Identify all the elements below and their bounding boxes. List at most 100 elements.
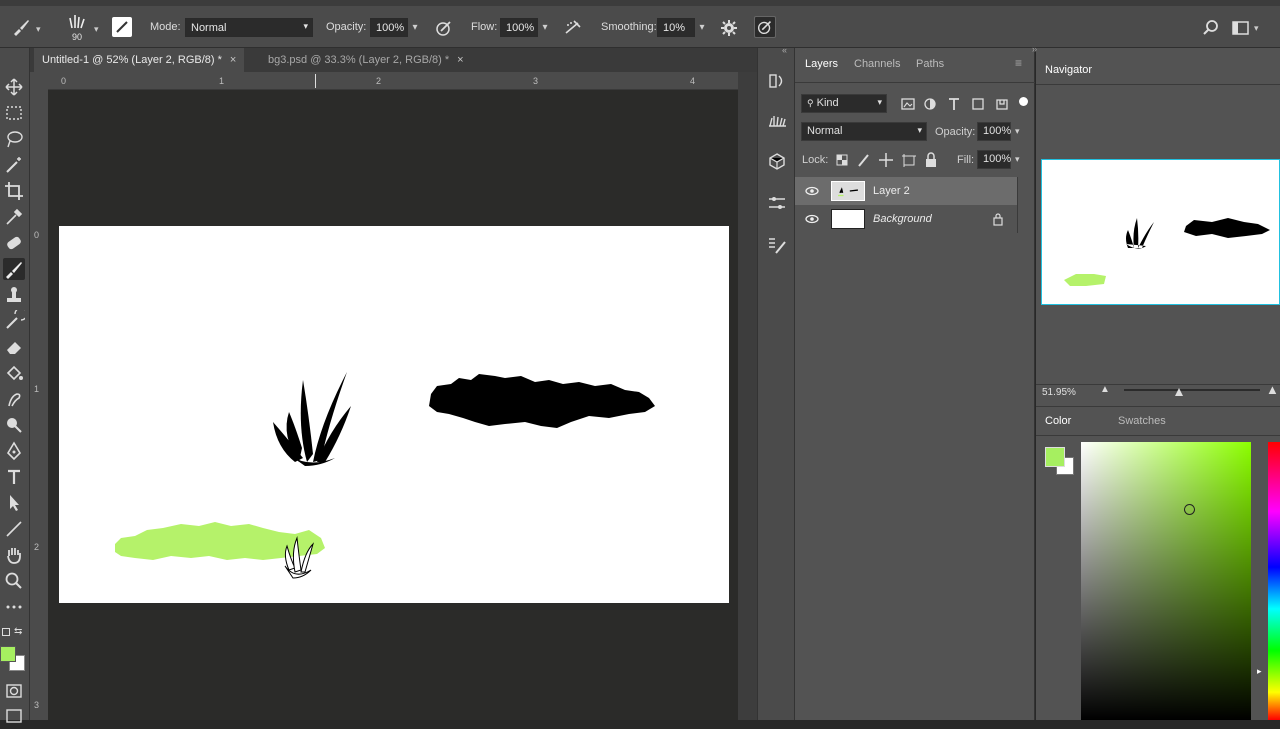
zoom-out-icon[interactable]: ▲ bbox=[1100, 384, 1110, 395]
layer-fill-field[interactable]: 100% bbox=[977, 150, 1011, 169]
hue-slider[interactable] bbox=[1268, 442, 1280, 720]
crop-tool-icon[interactable] bbox=[3, 180, 25, 202]
panel-menu-icon[interactable]: ≡ bbox=[1015, 56, 1022, 70]
zoom-slider-track[interactable] bbox=[1124, 389, 1260, 391]
filter-toggle[interactable] bbox=[1019, 97, 1028, 106]
filter-smart-object-icon[interactable] bbox=[991, 93, 1013, 115]
eraser-tool-icon[interactable] bbox=[3, 336, 25, 358]
brush-picker-chevron-icon[interactable]: ▾ bbox=[94, 24, 99, 35]
search-icon[interactable] bbox=[1200, 17, 1222, 39]
lock-image-icon[interactable] bbox=[853, 149, 875, 171]
document-canvas[interactable] bbox=[59, 226, 729, 603]
smoothing-dropdown-icon[interactable]: ▾ bbox=[695, 18, 709, 37]
brush-settings-panel-icon[interactable] bbox=[766, 234, 788, 256]
color-picker-handle[interactable] bbox=[1184, 504, 1195, 515]
brush-tool-preset-icon[interactable] bbox=[10, 16, 32, 38]
eye-icon[interactable] bbox=[801, 208, 823, 230]
close-icon[interactable]: × bbox=[230, 54, 236, 66]
foreground-color-chip[interactable] bbox=[1045, 447, 1065, 467]
tab-navigator[interactable]: Navigator bbox=[1036, 58, 1106, 84]
filter-adjustment-icon[interactable] bbox=[919, 93, 941, 115]
more-tools-icon[interactable] bbox=[3, 596, 25, 618]
eyedropper-tool-icon[interactable] bbox=[3, 206, 25, 228]
lock-all-icon[interactable] bbox=[920, 149, 942, 171]
pen-tool-icon[interactable] bbox=[3, 440, 25, 462]
tab-bg3[interactable]: bg3.psd @ 33.3% (Layer 2, RGB/8) * × bbox=[260, 48, 472, 72]
filter-type-icon[interactable] bbox=[943, 93, 965, 115]
chevron-down-icon[interactable]: ▾ bbox=[1015, 126, 1020, 137]
foreground-color-swatch[interactable] bbox=[0, 646, 16, 662]
filter-shape-icon[interactable] bbox=[967, 93, 989, 115]
paint-bucket-tool-icon[interactable] bbox=[3, 362, 25, 384]
workspace-icon[interactable] bbox=[1230, 17, 1252, 39]
tab-channels[interactable]: Channels bbox=[854, 58, 900, 70]
mode-select[interactable]: Normal ▾ bbox=[185, 18, 313, 37]
tab-layers[interactable]: Layers bbox=[805, 58, 838, 70]
layer-opacity-field[interactable]: 100% bbox=[977, 122, 1011, 141]
chevron-down-icon[interactable]: ▾ bbox=[1015, 154, 1020, 165]
brush-settings-toggle-icon[interactable] bbox=[112, 17, 132, 37]
layer-row-layer-2[interactable]: Layer 2 bbox=[795, 177, 1017, 205]
type-tool-icon[interactable] bbox=[3, 466, 25, 488]
layer-row-background[interactable]: Background bbox=[795, 205, 1017, 233]
magic-wand-tool-icon[interactable] bbox=[3, 154, 25, 176]
vertical-ruler[interactable]: 0 1 2 3 bbox=[30, 72, 48, 720]
brush-tool-icon[interactable] bbox=[3, 258, 25, 280]
swap-colors-icon[interactable]: ⇆ bbox=[14, 626, 22, 637]
line-tool-icon[interactable] bbox=[3, 518, 25, 540]
zoom-tool-icon[interactable] bbox=[3, 570, 25, 592]
smudge-tool-icon[interactable] bbox=[3, 388, 25, 410]
flow-field[interactable]: 100% bbox=[500, 18, 538, 37]
flow-dropdown-icon[interactable]: ▾ bbox=[538, 18, 552, 37]
brush-presets-panel-icon[interactable] bbox=[766, 110, 788, 132]
zoom-level[interactable]: 51.95% bbox=[1042, 387, 1076, 398]
pressure-opacity-icon[interactable] bbox=[433, 17, 455, 39]
pressure-size-icon[interactable] bbox=[754, 16, 776, 38]
clone-stamp-tool-icon[interactable] bbox=[3, 284, 25, 306]
marquee-tool-icon[interactable] bbox=[3, 102, 25, 124]
gear-icon[interactable] bbox=[718, 17, 740, 39]
chevron-down-icon[interactable]: ▾ bbox=[36, 24, 41, 35]
blend-mode-select[interactable]: Normal ▾ bbox=[801, 122, 927, 141]
layer-filter-select[interactable]: ⚲ Kind ▾ bbox=[801, 94, 887, 113]
lock-artboard-icon[interactable] bbox=[898, 149, 920, 171]
tab-swatches[interactable]: Swatches bbox=[1118, 415, 1166, 427]
filter-pixel-icon[interactable] bbox=[897, 93, 919, 115]
workspace-chevron-icon[interactable]: ▾ bbox=[1254, 23, 1259, 34]
default-colors-icon[interactable] bbox=[2, 628, 10, 636]
navigator-preview[interactable] bbox=[1041, 159, 1280, 305]
tab-color[interactable]: Color bbox=[1045, 415, 1071, 427]
history-panel-icon[interactable] bbox=[766, 70, 788, 92]
airbrush-icon[interactable] bbox=[562, 17, 584, 39]
eye-icon[interactable] bbox=[801, 180, 823, 202]
adjustments-panel-icon[interactable] bbox=[766, 192, 788, 214]
ruler-tick-label: 1 bbox=[219, 76, 225, 86]
opacity-field[interactable]: 100% bbox=[370, 18, 408, 37]
collapse-icon[interactable]: « bbox=[782, 45, 787, 55]
vertical-scrollbar[interactable] bbox=[738, 72, 757, 720]
move-tool-icon[interactable] bbox=[3, 76, 25, 98]
opacity-dropdown-icon[interactable]: ▾ bbox=[408, 18, 422, 37]
color-field[interactable] bbox=[1081, 442, 1251, 720]
lock-transparent-icon[interactable] bbox=[831, 149, 853, 171]
zoom-in-icon[interactable]: ▲ bbox=[1266, 382, 1279, 397]
lasso-tool-icon[interactable] bbox=[3, 128, 25, 150]
lock-position-icon[interactable] bbox=[875, 149, 897, 171]
history-brush-tool-icon[interactable] bbox=[3, 307, 28, 332]
tab-paths[interactable]: Paths bbox=[916, 58, 944, 70]
close-icon[interactable]: × bbox=[457, 54, 463, 66]
horizontal-ruler[interactable]: 0 1 2 3 4 bbox=[48, 72, 738, 90]
quick-mask-icon[interactable] bbox=[3, 680, 25, 702]
path-selection-tool-icon[interactable] bbox=[3, 492, 25, 514]
collapse-icon[interactable]: » bbox=[1032, 44, 1037, 54]
zoom-slider-thumb[interactable] bbox=[1174, 387, 1184, 397]
tab-untitled-1[interactable]: Untitled-1 @ 52% (Layer 2, RGB/8) * × bbox=[34, 48, 245, 72]
healing-brush-tool-icon[interactable] bbox=[3, 232, 25, 254]
dodge-tool-icon[interactable] bbox=[3, 414, 25, 436]
3d-panel-icon[interactable] bbox=[766, 150, 788, 172]
hand-tool-icon[interactable] bbox=[3, 544, 25, 566]
brush-tip-icon[interactable] bbox=[66, 12, 88, 34]
screen-mode-icon[interactable] bbox=[3, 704, 25, 726]
smoothing-field[interactable]: 10% bbox=[657, 18, 695, 37]
hue-slider-marker[interactable]: ▸ bbox=[1257, 666, 1262, 677]
